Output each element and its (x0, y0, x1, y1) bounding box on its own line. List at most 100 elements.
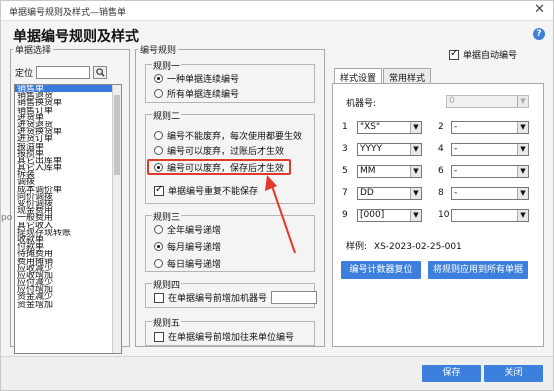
list-item[interactable]: 其它出库单 (15, 157, 121, 164)
radio-icon (154, 242, 163, 251)
machine-number-select: 0 ▼ (446, 95, 529, 108)
chevron-down-icon: ▼ (517, 166, 528, 177)
list-item[interactable]: 进货订单 (15, 135, 121, 142)
style-field-number: 9 (342, 210, 348, 220)
rule3-option-3[interactable]: 每日编号递增 (154, 257, 221, 270)
chevron-down-icon: ▼ (410, 122, 421, 133)
list-item[interactable]: 待摊费用 (15, 250, 121, 257)
style-field-select[interactable]: "XS" ▼ (357, 121, 422, 134)
radio-icon (154, 163, 163, 172)
list-item[interactable]: 销售订单 (15, 107, 121, 114)
list-item[interactable]: 报溢单 (15, 143, 121, 150)
dialog-window: 单据编号规则及样式—销售单 ✕ 单据编号规则及样式 ? 单据自动编号 单据选择 … (0, 0, 554, 391)
list-item[interactable]: 一般费用 (15, 214, 121, 221)
style-field-value: MM (360, 166, 376, 176)
list-item[interactable]: 报损单 (15, 150, 121, 157)
list-item[interactable]: 同价调拨 (15, 193, 121, 200)
list-item[interactable]: 提现存现转账 (15, 229, 121, 236)
style-field-number: 8 (438, 188, 444, 198)
rule4-title: 规则四 (152, 278, 182, 291)
duplicate-number-checkbox[interactable]: 单据编号重复不能保存 (154, 184, 258, 197)
rule2-option-3[interactable]: 编号可以废弃，保存后才生效 (154, 161, 284, 174)
list-item[interactable]: 拆装 (15, 171, 121, 178)
chevron-down-icon: ▼ (517, 210, 528, 221)
rule1-option-2[interactable]: 所有单据连续编号 (154, 87, 239, 100)
voucher-list[interactable]: 销售单 销售退货 销售换货单 销售订单 进货单 进货退货 进货换货单 进货订单 报溢单 报损单 其它… (14, 84, 122, 354)
title-bar: 单据编号规则及样式—销售单 ✕ (1, 1, 553, 21)
style-field-value: YYYY (360, 144, 382, 154)
rule2-option-2-label: 编号可以废弃，过账后才生效 (167, 147, 285, 157)
list-item[interactable]: 资金增加 (15, 301, 121, 308)
scrollbar-thumb[interactable] (114, 95, 120, 175)
close-icon[interactable]: ✕ (534, 2, 545, 17)
style-field-select[interactable]: DD ▼ (357, 187, 422, 200)
list-item[interactable]: 变价调拨 (15, 200, 121, 207)
rule3-box: 规则三 全年编号递增 每月编号递增 每日编号递增 (145, 210, 315, 272)
rule2-option-2[interactable]: 编号可以废弃，过账后才生效 (154, 144, 284, 157)
tab-common-styles[interactable]: 常用样式 (383, 68, 432, 84)
list-item[interactable]: 资金减少 (15, 293, 121, 300)
checkbox-icon (154, 292, 164, 303)
chevron-down-icon: ▼ (517, 96, 528, 107)
style-field-select[interactable]: ▼ (451, 209, 529, 222)
style-field-select[interactable]: - ▼ (451, 165, 529, 178)
list-item[interactable]: 收款单 (15, 236, 121, 243)
list-item[interactable]: 调拨 (15, 178, 121, 185)
list-item[interactable]: 销售换货单 (15, 99, 121, 106)
style-field-select[interactable]: [000] ▼ (357, 209, 422, 222)
rule3-option-2-label: 每月编号递增 (167, 243, 222, 253)
list-item[interactable]: 其它入库单 (15, 164, 121, 171)
close-button[interactable]: 关闭 (484, 365, 543, 382)
list-item[interactable]: 应付增加 (15, 286, 121, 293)
style-field-select[interactable]: - ▼ (451, 187, 529, 200)
style-field-select[interactable]: - ▼ (451, 121, 529, 134)
radio-icon (154, 146, 163, 155)
style-field-value: - (454, 166, 458, 176)
machine-prefix-checkbox[interactable]: 在单据编号前增加机器号 (154, 291, 318, 304)
list-item[interactable]: 现金费用 (15, 207, 121, 214)
locate-input[interactable] (36, 66, 91, 79)
rule3-option-1-label: 全年编号递增 (167, 226, 222, 236)
style-field-select[interactable]: MM ▼ (357, 165, 422, 178)
style-field-value: - (454, 144, 458, 154)
rule3-option-1[interactable]: 全年编号递增 (154, 223, 221, 236)
list-item[interactable]: 应收减少 (15, 265, 121, 272)
tab-style-settings[interactable]: 样式设置 (334, 68, 383, 84)
vertical-scrollbar[interactable] (112, 85, 121, 353)
numbering-rules-legend: 编号规则 (140, 46, 177, 56)
partner-prefix-checkbox[interactable]: 在单据编号前增加往来单位编号 (154, 330, 294, 343)
auto-number-checkbox[interactable]: 单据自动编号 (449, 48, 517, 61)
apply-to-all-button[interactable]: 将规则应用到所有单据 (428, 261, 528, 279)
rule3-option-2[interactable]: 每月编号递增 (154, 240, 221, 253)
radio-icon (154, 225, 163, 234)
rule2-option-3-label: 编号可以废弃，保存后才生效 (167, 164, 285, 174)
style-field-value: DD (360, 188, 374, 198)
list-item[interactable]: 成本调价单 (15, 186, 121, 193)
list-item[interactable]: 销售退货 (15, 92, 121, 99)
style-field-select[interactable]: - ▼ (451, 143, 529, 156)
machine-prefix-input[interactable] (271, 291, 318, 304)
list-item[interactable]: 进货单 (15, 114, 121, 121)
rule1-option-1[interactable]: 一种单据连续编号 (154, 72, 239, 85)
style-field-value: [000] (360, 210, 385, 220)
rule2-option-1[interactable]: 编号不能废弃，每次使用都要生效 (154, 129, 302, 142)
side-glyph: ро (1, 213, 13, 223)
help-icon[interactable]: ? (533, 28, 545, 40)
window-title: 单据编号规则及样式—销售单 (9, 8, 127, 18)
list-item[interactable]: 费用摊销 (15, 258, 121, 265)
list-item[interactable]: 销售单 (15, 85, 121, 93)
list-item[interactable]: 进货换货单 (15, 128, 121, 135)
locate-label: 定位 (15, 69, 34, 79)
list-item[interactable]: 其它收入 (15, 222, 121, 229)
list-item[interactable]: 付款单 (15, 243, 121, 250)
reset-counter-button[interactable]: 编号计数器复位 (341, 261, 421, 279)
style-field-number: 10 (438, 210, 450, 220)
save-button[interactable]: 保存 (422, 365, 481, 382)
rule1-title: 规则一 (152, 59, 182, 72)
list-item[interactable]: 应收增加 (15, 272, 121, 279)
style-field-select[interactable]: YYYY ▼ (357, 143, 422, 156)
search-icon[interactable] (93, 66, 108, 79)
chevron-down-icon: ▼ (517, 188, 528, 199)
list-item[interactable]: 进货退货 (15, 121, 121, 128)
list-item[interactable]: 应付减少 (15, 279, 121, 286)
